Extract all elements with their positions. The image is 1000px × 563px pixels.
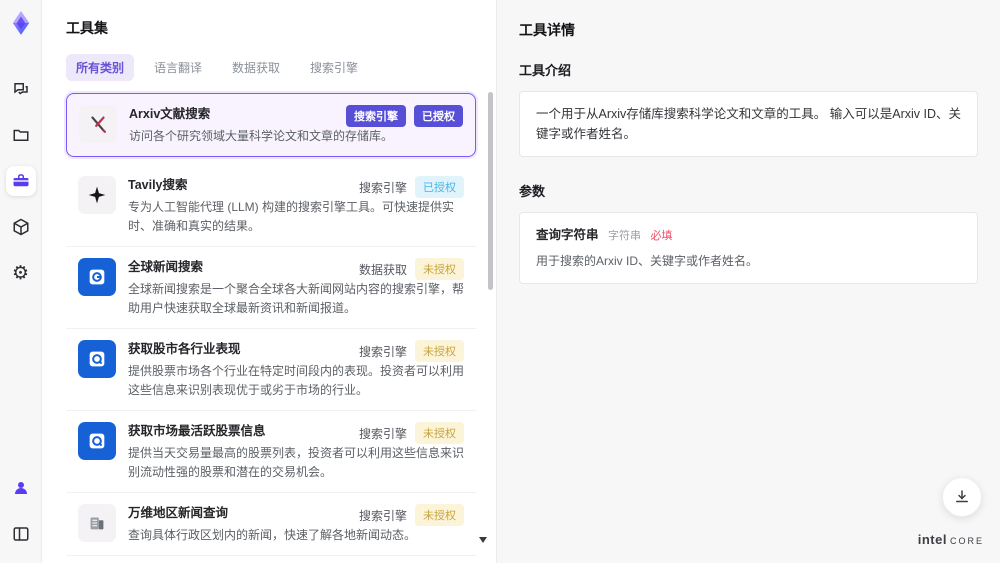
app-window: ⚙ 工具集 所有类别 语言翻译 数据获取 搜索引擎 Arxiv文献搜索 访问各个… [0,0,1000,563]
download-button[interactable] [942,477,982,517]
tab-data-acquisition[interactable]: 数据获取 [222,54,290,81]
tool-description: 访问各个研究领域大量科学论文和文章的存储库。 [129,128,394,143]
tool-card-active-stocks[interactable]: 获取市场最活跃股票信息 提供当天交易量最高的股票列表，投资者可以利用这些信息来识… [66,411,476,494]
params-heading: 参数 [519,184,546,199]
tool-card-tavily[interactable]: Tavily搜索 专为人工智能代理 (LLM) 构建的搜索引擎工具。可快速提供实… [66,165,476,248]
category-badge: 搜索引擎 [346,105,406,127]
category-label: 搜索引擎 [358,508,407,523]
newspaper-building-icon [78,504,116,543]
tool-description: 专为人工智能代理 (LLM) 构建的搜索引擎工具。可快速提供实时、准确和真实的结… [128,200,455,233]
tool-intro-box: 一个用于从Arxiv存储库搜索科学论文和文章的工具。 输入可以是Arxiv ID… [519,91,978,157]
parameter-description: 用于搜索的Arxiv ID、关键字或作者姓名。 [536,253,759,268]
tab-all-categories[interactable]: 所有类别 [66,54,135,81]
tool-card-list: Arxiv文献搜索 访问各个研究领域大量科学论文和文章的存储库。 搜索引擎 已授… [66,93,476,557]
download-icon [956,490,968,503]
left-rail: ⚙ [0,0,42,563]
auth-status-badge: 已授权 [415,176,464,199]
parameter-name: 查询字符串 [536,228,599,242]
parameter-box: 查询字符串 字符串 必填 用于搜索的Arxiv ID、关键字或作者姓名。 [519,212,978,284]
package-icon[interactable] [6,212,36,242]
settings-gear-icon[interactable]: ⚙ [6,258,36,288]
auth-status-badge: 未授权 [415,422,464,445]
tavily-star-icon [78,176,116,215]
tool-description: 提供股票市场各个行业在特定时间段内的表现。投资者可以利用这些信息来识别表现优于或… [128,363,465,397]
list-scrollbar-thumb[interactable] [488,92,493,290]
tools-list-panel: 工具集 所有类别 语言翻译 数据获取 搜索引擎 Arxiv文献搜索 访问各个研究… [42,0,497,563]
tool-details-panel: 工具详情 工具介绍 一个用于从Arxiv存储库搜索科学论文和文章的工具。 输入可… [497,0,1000,563]
tool-description: 查询具体行政区划内的新闻，快速了解各地新闻动态。 [128,527,417,542]
auth-status-badge: 未授权 [415,340,464,363]
tool-description: 全球新闻搜索是一个聚合全球各大新闻网站内容的搜索引擎，帮助用户快速获取全球最新资… [128,282,465,315]
folder-icon[interactable] [6,120,36,150]
user-avatar-icon[interactable] [6,473,36,503]
blue-stock-app-icon [78,340,116,379]
auth-status-badge: 未授权 [415,504,464,527]
details-panel-title: 工具详情 [519,22,575,38]
category-label: 搜索引擎 [358,344,407,359]
category-tabs: 所有类别 语言翻译 数据获取 搜索引擎 [66,54,476,81]
category-label: 搜索引擎 [358,180,407,195]
brand-core-text: core [949,532,984,547]
category-label: 数据获取 [358,262,407,277]
tool-card-arxiv[interactable]: Arxiv文献搜索 访问各个研究领域大量科学论文和文章的存储库。 搜索引擎 已授… [66,93,476,158]
brand-intel-text: intel [917,532,947,547]
auth-status-badge: 未授权 [415,258,464,281]
arxiv-icon [79,105,117,143]
tool-card-sector-performance[interactable]: 获取股市各行业表现 提供股票市场各个行业在特定时间段内的表现。投资者可以利用这些… [66,329,476,412]
parameter-type: 字符串 [608,230,641,242]
collapse-panel-icon[interactable] [6,519,36,549]
blue-news-app-icon [78,258,116,297]
toolbox-icon[interactable] [5,166,36,196]
parameter-required-flag: 必填 [650,230,673,242]
auth-status-badge: 已授权 [414,105,463,127]
scroll-down-indicator [479,537,487,543]
intel-core-logo: intel core [918,532,984,547]
app-logo-icon [8,10,34,36]
tools-panel-title: 工具集 [66,20,108,36]
tool-card-regional-news[interactable]: 万维地区新闻查询 查询具体行政区划内的新闻，快速了解各地新闻动态。 搜索引擎 未… [66,493,476,557]
chat-icon[interactable] [6,74,36,104]
intro-heading: 工具介绍 [519,63,572,78]
tool-card-global-news[interactable]: 全球新闻搜索 全球新闻搜索是一个聚合全球各大新闻网站内容的搜索引擎，帮助用户快速… [66,247,476,330]
tab-language-translation[interactable]: 语言翻译 [144,54,212,81]
tab-search-engine[interactable]: 搜索引擎 [300,54,368,81]
category-label: 搜索引擎 [358,426,407,441]
blue-stock-app-icon [78,422,116,461]
tool-description: 提供当天交易量最高的股票列表，投资者可以利用这些信息来识别流动性强的股票和潜在的… [128,445,465,479]
